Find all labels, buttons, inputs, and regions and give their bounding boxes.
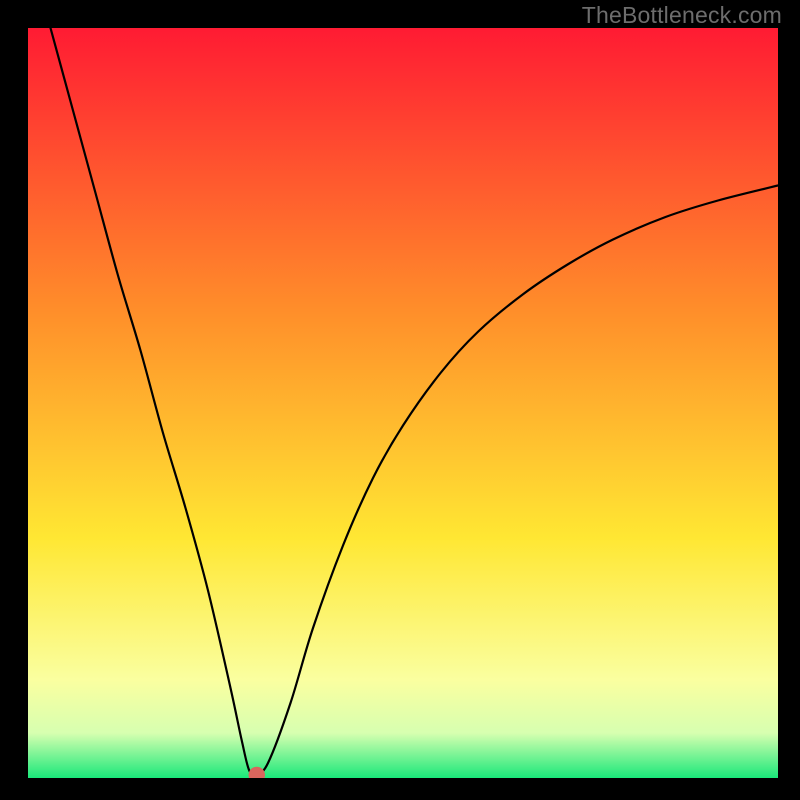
watermark-text: TheBottleneck.com: [582, 2, 782, 29]
chart-frame: TheBottleneck.com: [0, 0, 800, 800]
bottleneck-chart: [28, 28, 778, 778]
gradient-background: [28, 28, 778, 778]
